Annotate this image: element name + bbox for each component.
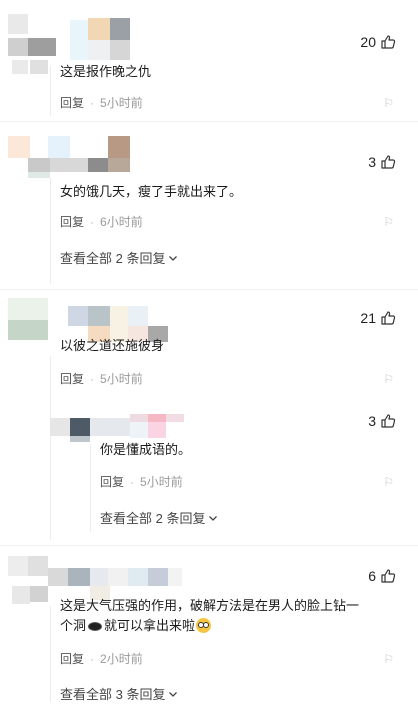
comment-text: 女的饿几天，瘦了手就出来了。: [60, 184, 243, 199]
comment-item-4: 6 这是大气压强的作用，破解方法是在男人的脸上钻一 个洞 就可以拿出来啦 回复 ·…: [0, 546, 418, 706]
comment-text-line-1: 这是大气压强的作用，破解方法是在男人的脸上钻一: [60, 598, 360, 613]
reply-button[interactable]: 回复: [60, 94, 84, 111]
separator-dot: ·: [90, 371, 95, 386]
view-all-replies-button[interactable]: 查看全部 2 条回复: [60, 248, 178, 267]
flag-icon[interactable]: ⚐: [383, 475, 394, 489]
comment-text: 这是大气压强的作用，破解方法是在男人的脸上钻一 个洞 就可以拿出来啦: [60, 596, 400, 636]
reply-button[interactable]: 回复: [60, 650, 84, 667]
flag-icon[interactable]: ⚐: [383, 652, 394, 666]
reply-meta: 回复 · 5小时前: [100, 473, 183, 490]
avatar-blurred-2: [8, 136, 132, 178]
comment-item-3: 21 以彼之道还施彼身 回复 · 5小时前 ⚐ 3 你是懂成语的。 回复 · 5…: [0, 290, 418, 546]
separator-dot: ·: [90, 651, 95, 666]
comment-meta: 回复 · 2小时前: [60, 650, 143, 667]
comment-text-line-2: 个洞 就可以拿出来啦: [60, 616, 400, 636]
comment-meta: 回复 · 6小时前: [60, 213, 143, 230]
view-all-replies-button[interactable]: 查看全部 2 条回复: [100, 508, 218, 527]
thread-line: [50, 356, 51, 540]
comment-meta: 回复 · 5小时前: [60, 370, 143, 387]
view-all-replies-label: 查看全部 3 条回复: [60, 687, 166, 702]
thread-line: [50, 178, 51, 284]
reply-button[interactable]: 回复: [60, 213, 84, 230]
separator-dot: ·: [90, 95, 95, 110]
timestamp: 5小时前: [100, 372, 143, 386]
separator-dot: ·: [130, 474, 135, 489]
separator-dot: ·: [90, 214, 95, 229]
comment-item-2: 3 女的饿几天，瘦了手就出来了。 回复 · 6小时前 ⚐ 查看全部 2 条回复: [0, 122, 418, 290]
like-button[interactable]: 3: [368, 413, 396, 429]
surprised-face-emoji-icon: [196, 618, 212, 633]
view-all-replies-label: 查看全部 2 条回复: [100, 511, 206, 526]
chevron-down-icon: [169, 691, 178, 697]
comment-item-1: 20 这是报作晚之仇 回复 · 5小时前 ⚐: [0, 0, 418, 122]
thumbs-up-icon: [381, 35, 396, 49]
reply-text: 你是懂成语的。: [100, 442, 192, 457]
chevron-down-icon: [169, 255, 178, 261]
like-count: 3: [368, 413, 376, 429]
timestamp: 5小时前: [140, 475, 183, 489]
thread-line: [50, 606, 51, 702]
timestamp: 6小时前: [100, 215, 143, 229]
like-count: 21: [360, 310, 376, 326]
like-count: 20: [360, 34, 376, 50]
thumbs-up-icon: [381, 414, 396, 428]
reply-button[interactable]: 回复: [60, 370, 84, 387]
like-count: 6: [368, 568, 376, 584]
thumbs-up-icon: [381, 569, 396, 583]
like-button[interactable]: 20: [360, 34, 396, 50]
reply-button[interactable]: 回复: [100, 473, 124, 490]
chevron-down-icon: [209, 515, 218, 521]
timestamp: 5小时前: [100, 96, 143, 110]
like-button[interactable]: 21: [360, 310, 396, 326]
timestamp: 2小时前: [100, 652, 143, 666]
like-count: 3: [368, 154, 376, 170]
thread-line: [50, 66, 51, 116]
comment-text: 这是报作晚之仇: [60, 64, 152, 79]
flag-icon[interactable]: ⚐: [383, 215, 394, 229]
thumbs-up-icon: [381, 311, 396, 325]
thread-line: [90, 444, 91, 532]
flag-icon[interactable]: ⚐: [383, 372, 394, 386]
view-all-replies-button[interactable]: 查看全部 3 条回复: [60, 684, 178, 703]
comment-meta: 回复 · 5小时前: [60, 94, 143, 111]
like-button[interactable]: 3: [368, 154, 396, 170]
view-all-replies-label: 查看全部 2 条回复: [60, 251, 166, 266]
hole-emoji-icon: [88, 622, 103, 632]
like-button[interactable]: 6: [368, 568, 396, 584]
flag-icon[interactable]: ⚐: [383, 96, 394, 110]
comment-text: 以彼之道还施彼身: [60, 338, 165, 353]
thumbs-up-icon: [381, 155, 396, 169]
